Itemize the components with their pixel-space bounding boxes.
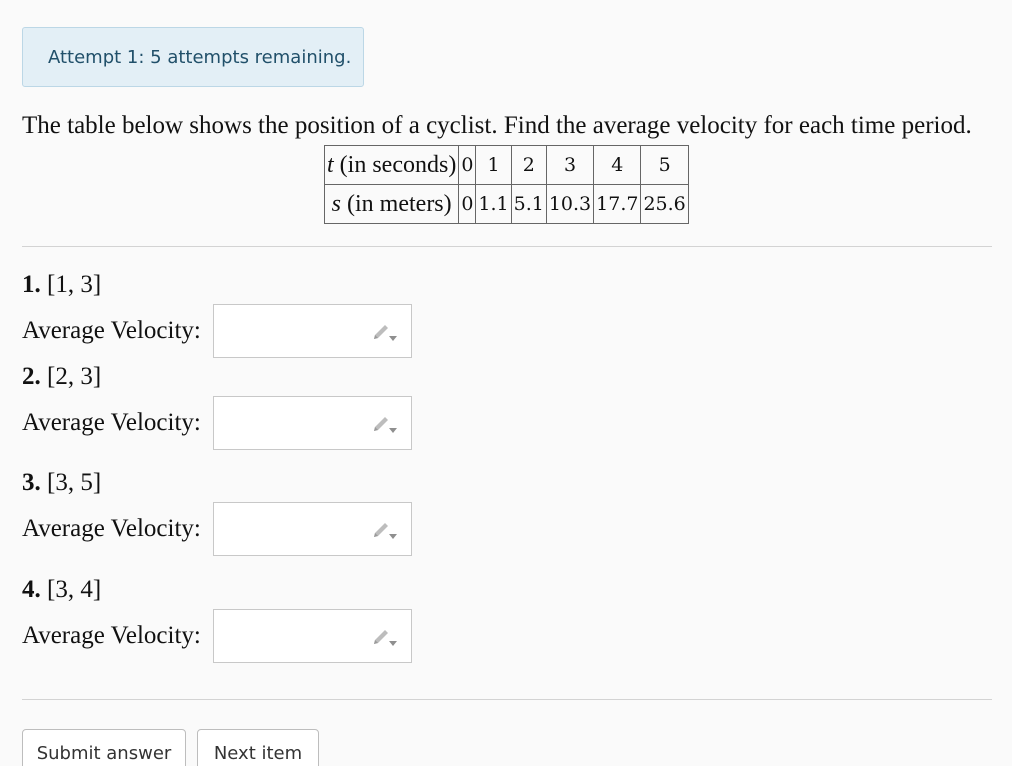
table-cell: 5.1: [510, 184, 547, 224]
question-4-label: Average Velocity:: [22, 622, 201, 649]
table-cell: 1: [475, 145, 512, 185]
question-3-title: 3. [3, 5]: [22, 469, 102, 496]
pencil-edit-icon[interactable]: [371, 520, 399, 542]
question-4-title: 4. [3, 4]: [22, 576, 102, 603]
attempts-alert: Attempt 1: 5 attempts remaining.: [22, 27, 364, 87]
question-1-label: Average Velocity:: [22, 317, 201, 344]
table-cell: 2: [510, 145, 547, 185]
table-cell: 3: [545, 145, 595, 185]
table-cell: 25.6: [640, 184, 689, 224]
question-2-title: 2. [2, 3]: [22, 363, 102, 390]
attempts-alert-text: Attempt 1: 5 attempts remaining.: [48, 47, 352, 68]
table-row-position: s (in meters) 0 1.1 5.1 10.3 17.7 25.6: [323, 184, 689, 224]
next-item-button[interactable]: Next item: [197, 729, 319, 766]
table-cell: 10.3: [545, 184, 595, 224]
table-cell: 1.1: [475, 184, 512, 224]
pencil-edit-icon[interactable]: [371, 322, 399, 344]
section-divider: [22, 246, 992, 247]
section-divider: [22, 699, 992, 700]
problem-prompt: The table below shows the position of a …: [22, 112, 972, 139]
pencil-edit-icon[interactable]: [371, 414, 399, 436]
position-table: t (in seconds) 0 1 2 3 4 5 s (in meters)…: [323, 145, 689, 224]
table-cell: 0: [458, 145, 477, 185]
question-1-answer-input[interactable]: [213, 304, 412, 358]
question-3-label: Average Velocity:: [22, 515, 201, 542]
submit-answer-button[interactable]: Submit answer: [22, 729, 186, 766]
table-row-time: t (in seconds) 0 1 2 3 4 5: [323, 145, 689, 185]
question-2-answer-input[interactable]: [213, 396, 412, 450]
table-cell: 17.7: [593, 184, 642, 224]
table-cell: 0: [458, 184, 477, 224]
pencil-edit-icon[interactable]: [371, 627, 399, 649]
question-3-answer-input[interactable]: [213, 502, 412, 556]
table-cell: 4: [593, 145, 642, 185]
table-header-time: t (in seconds): [323, 145, 460, 185]
question-1-title: 1. [1, 3]: [22, 271, 102, 298]
question-4-answer-input[interactable]: [213, 609, 412, 663]
question-2-label: Average Velocity:: [22, 409, 201, 436]
table-header-position: s (in meters): [323, 184, 460, 224]
table-cell: 5: [640, 145, 689, 185]
